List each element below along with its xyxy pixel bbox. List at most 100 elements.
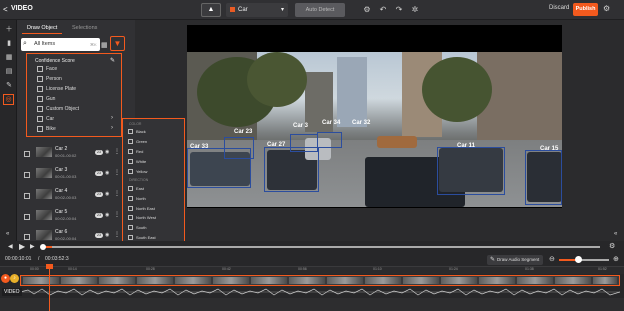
color-yellow[interactable]: Yellow (136, 169, 147, 174)
collapse-left-icon[interactable]: « (6, 231, 9, 237)
more-icon[interactable]: ⋮ (114, 169, 120, 176)
bounding-box[interactable] (525, 150, 562, 205)
eye-icon[interactable]: ◉ (105, 149, 109, 155)
filter-checkbox[interactable] (37, 126, 43, 132)
file-icon[interactable]: ▮ (5, 40, 13, 48)
zoom-handle[interactable] (575, 256, 582, 263)
filter-item-person[interactable]: Person (46, 76, 62, 82)
more-icon[interactable]: ⋮ (114, 190, 120, 197)
progress-bar[interactable] (42, 246, 600, 248)
undo-icon[interactable]: ↶ (377, 4, 389, 16)
filter-item-custom-object[interactable]: Custom Object (46, 106, 79, 112)
direction-north[interactable]: North (136, 196, 146, 201)
cursor-tool-button[interactable]: ▲ (201, 3, 221, 17)
discard-button[interactable]: Discard (549, 5, 569, 11)
eye-icon[interactable]: ◉ (105, 212, 109, 218)
edit-icon[interactable]: ✎ (110, 57, 115, 64)
eye-icon[interactable]: ◉ (105, 170, 109, 176)
record-icon[interactable]: ● (1, 274, 10, 283)
layers-icon[interactable]: ▤ (5, 68, 13, 76)
audio-icon[interactable]: ♪ (10, 274, 19, 283)
brush-icon[interactable]: ✎ (5, 82, 13, 90)
grid-view-icon[interactable]: ▦ (101, 41, 108, 49)
redo-icon[interactable]: ↷ (393, 4, 405, 16)
back-button[interactable]: < (3, 5, 8, 14)
direction-north-east[interactable]: North East (136, 206, 155, 211)
filter-checkbox[interactable] (37, 96, 43, 102)
filter-checkbox[interactable] (128, 186, 133, 191)
filter-item-gun[interactable]: Gun (46, 96, 55, 102)
step-forward-icon[interactable]: ▶ (30, 243, 35, 250)
audio-waveform[interactable] (20, 287, 620, 297)
gear-icon[interactable]: ✲ (409, 4, 421, 16)
row-checkbox[interactable] (24, 172, 30, 178)
chevron-right-icon[interactable]: › (111, 115, 113, 121)
filter-checkbox[interactable] (128, 169, 133, 174)
filter-item-license-plate[interactable]: License Plate (46, 86, 76, 92)
publish-button[interactable]: Publish (573, 3, 598, 16)
bounding-box[interactable] (437, 147, 505, 195)
row-checkbox[interactable] (24, 214, 30, 220)
eye-icon[interactable]: ◉ (105, 191, 109, 197)
filter-checkbox[interactable] (128, 206, 133, 211)
tab-draw-object[interactable]: Draw Object (27, 25, 57, 31)
collapse-right-icon[interactable]: « (614, 231, 617, 237)
filter-checkbox[interactable] (128, 139, 133, 144)
filter-checkbox[interactable] (37, 66, 43, 72)
bounding-box[interactable] (264, 147, 319, 192)
filter-checkbox[interactable] (128, 196, 133, 201)
more-icon[interactable]: ⋮ (114, 211, 120, 218)
confidence-score-label[interactable]: Confidence Score (35, 58, 75, 64)
playback-settings-icon[interactable]: ⚙ (609, 242, 615, 250)
bounding-box[interactable] (317, 132, 342, 148)
tab-selections[interactable]: Selections (72, 25, 97, 31)
detect-tool-icon[interactable]: ◎ (3, 94, 14, 105)
filter-checkbox[interactable] (128, 159, 133, 164)
chevron-right-icon[interactable]: › (111, 125, 113, 131)
filter-checkbox[interactable] (128, 235, 133, 240)
direction-north-west[interactable]: North West (136, 215, 156, 220)
color-black[interactable]: Black (136, 129, 146, 134)
direction-south[interactable]: South (136, 225, 146, 230)
filter-checkbox[interactable] (128, 215, 133, 220)
row-checkbox[interactable] (24, 234, 30, 240)
settings-small-icon[interactable]: ⚙ (361, 4, 373, 16)
playhead[interactable] (49, 266, 50, 311)
zoom-out-icon[interactable]: ⊖ (549, 255, 555, 263)
zoom-in-icon[interactable]: ⊕ (613, 255, 619, 263)
filter-button[interactable]: ▼ (110, 36, 125, 51)
class-select[interactable]: Car ▾ (226, 3, 288, 17)
filter-checkbox[interactable] (37, 76, 43, 82)
grid-icon[interactable]: ▦ (5, 54, 13, 62)
filter-item-car[interactable]: Car (46, 116, 54, 122)
filter-checkbox[interactable] (128, 149, 133, 154)
filter-item-bike[interactable]: Bike (46, 126, 56, 132)
search-input[interactable]: All Items (21, 38, 100, 51)
filter-checkbox[interactable] (37, 86, 43, 92)
progress-handle[interactable] (40, 244, 46, 250)
filter-checkbox[interactable] (37, 116, 43, 122)
more-icon[interactable]: ⋮ (114, 148, 120, 155)
row-checkbox[interactable] (24, 151, 30, 157)
filter-checkbox[interactable] (128, 225, 133, 230)
eye-icon[interactable]: ◉ (105, 232, 109, 238)
direction-south-east[interactable]: South East (136, 235, 156, 240)
row-checkbox[interactable] (24, 193, 30, 199)
draw-audio-segment-button[interactable]: Draw Audio Segment (487, 255, 543, 265)
bounding-box[interactable] (290, 134, 318, 152)
settings-icon[interactable]: ⚙ (603, 4, 610, 13)
more-icon[interactable]: ⋮ (114, 231, 120, 238)
video-track[interactable] (20, 275, 620, 286)
color-white[interactable]: White (136, 159, 146, 164)
add-icon[interactable]: ＋ (5, 26, 13, 34)
auto-detect-button[interactable]: Auto Detect (295, 3, 345, 17)
direction-east[interactable]: East (136, 186, 144, 191)
color-green[interactable]: Green (136, 139, 147, 144)
filter-checkbox[interactable] (37, 106, 43, 112)
play-icon[interactable]: ▶ (19, 242, 25, 251)
filter-checkbox[interactable] (128, 129, 133, 134)
color-red[interactable]: Red (136, 149, 143, 154)
bounding-box[interactable] (224, 137, 254, 159)
step-back-icon[interactable]: ◀ (8, 243, 13, 250)
filter-item-face[interactable]: Face (46, 66, 57, 72)
